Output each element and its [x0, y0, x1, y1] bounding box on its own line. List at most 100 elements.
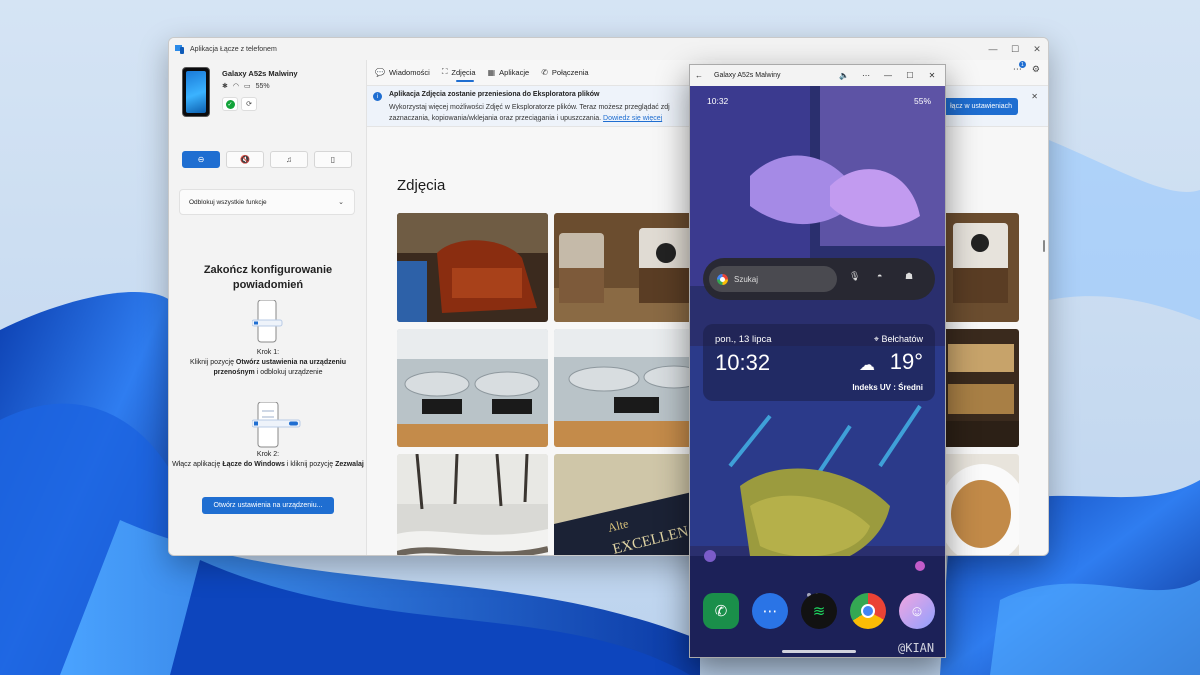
bluetooth-icon: ✱ [222, 83, 228, 90]
photos-heading: Zdjęcia [397, 177, 446, 194]
info-icon: i [373, 92, 382, 101]
learn-more-link[interactable]: Dowiedz się więcej [603, 115, 662, 122]
phone-notification-illustration [252, 300, 283, 343]
phone-status-bar: 10:32 55% [707, 96, 931, 106]
mirror-window-title: Galaxy A52s Malwiny [714, 72, 781, 79]
microphone-icon[interactable]: 🎙 [849, 271, 860, 282]
device-status: ✱ ◠ ▭ 55% [222, 82, 270, 91]
step-2-bold-2: Zezwalaj [335, 461, 364, 468]
phone-mirror-window: ← Galaxy A52s Malwiny 🔈 ⋯ — ☐ ✕ 10:32 55… [689, 64, 946, 658]
step-1-text: Kliknij pozycję [190, 359, 236, 366]
wifi-icon: ◠ [232, 83, 239, 90]
photo-thumbnail[interactable] [397, 454, 548, 556]
step-2-label: Krok 2: [256, 451, 280, 458]
sync-button[interactable]: ⟳ [241, 97, 257, 111]
mute-button[interactable]: 🔇 [226, 151, 264, 168]
sidebar: Galaxy A52s Malwiny ✱ ◠ ▭ 55% ✓ ⟳ ⊖ 🔇 ♫ … [169, 60, 367, 555]
google-icon [717, 273, 728, 285]
weather-clock: 10:32 [715, 350, 771, 375]
gesture-nav-bar[interactable] [782, 650, 856, 653]
photo-thumbnail[interactable] [943, 213, 1019, 322]
audio-output-button[interactable]: ▯ [314, 151, 352, 168]
banner-text-line-1: Wykorzystaj więcej możliwości Zdjęć w Ek… [389, 104, 670, 111]
more-options-icon[interactable]: ⋯ [855, 71, 877, 80]
mute-icon: 🔇 [240, 155, 250, 164]
banner-settings-button[interactable]: łącz w ustawieniach [940, 98, 1018, 115]
phone-link-icon [175, 45, 184, 54]
setup-step-1: Krok 1: Kliknij pozycję Otwórz ustawieni… [169, 348, 367, 378]
notifications-button[interactable]: ⋯ 1 [1013, 61, 1026, 75]
messages-app-icon[interactable]: ⋯ [752, 593, 788, 629]
speaker-icon: ▯ [330, 155, 336, 164]
photo-thumbnail[interactable]: Alte EXCELLEN [554, 454, 705, 556]
phone-screen[interactable]: 10:32 55% Szukaj 🎙 ◓ ☗ pon., 13 lipca 10… [690, 86, 945, 657]
google-search-widget[interactable]: Szukaj 🎙 ◓ ☗ [703, 258, 935, 300]
setup-step-2: Krok 2: Włącz aplikację Łącze do Windows… [169, 450, 367, 470]
do-not-disturb-button[interactable]: ⊖ [182, 151, 220, 168]
search-placeholder: Szukaj [734, 274, 759, 284]
phone-app-icon[interactable]: ✆ [703, 593, 739, 629]
search-bar[interactable]: Szukaj [709, 266, 837, 292]
do-not-disturb-icon: ⊖ [197, 155, 205, 164]
weather-widget[interactable]: pon., 13 lipca 10:32 ⌖ Bełchatów ☁ 19° I… [703, 324, 935, 401]
title-bar: Aplikacja Łącze z telefonem — ☐ ✕ [169, 38, 1048, 60]
mirror-title-bar: ← Galaxy A52s Malwiny 🔈 ⋯ — ☐ ✕ [690, 65, 945, 86]
spotify-app-icon[interactable]: ≋ [801, 593, 837, 629]
connected-status-button[interactable]: ✓ [222, 97, 238, 111]
weather-uv-index: Indeks UV : Średni [852, 383, 923, 392]
tab-apps-label: Aplikacje [499, 67, 530, 77]
step-2-bold: Łącze do Windows [222, 461, 285, 468]
mute-speaker-icon[interactable]: 🔈 [833, 71, 855, 80]
tab-calls[interactable]: ✆ Połączenia [541, 60, 588, 84]
settings-gear-icon[interactable]: ⚙ [1032, 64, 1040, 75]
photo-thumbnail[interactable] [397, 213, 548, 322]
dino-icon[interactable]: ☗ [905, 271, 913, 282]
weather-date: pon., 13 lipca [715, 334, 772, 345]
photo-icon: ⛶ [441, 67, 448, 76]
step-1-label: Krok 1: [256, 349, 280, 356]
banner-text: Wykorzystaj więcej możliwości Zdjęć w Ek… [389, 102, 689, 124]
window-title: Aplikacja Łącze z telefonem [190, 45, 277, 53]
incognito-icon[interactable]: ◓ [877, 271, 882, 281]
step-1-text-end: i odblokuj urządzenie [254, 369, 323, 376]
chevron-down-icon: ⌄ [338, 199, 344, 206]
unlock-features-dropdown[interactable]: Odblokuj wszystkie funkcje ⌄ [179, 189, 355, 215]
discord-app-icon[interactable]: ☺ [899, 593, 935, 629]
tab-apps[interactable]: ▦ Aplikacje [488, 60, 530, 84]
chat-icon: 💬 [375, 67, 385, 77]
weather-temperature: 19° [889, 349, 923, 374]
photo-thumbnail[interactable] [943, 454, 1019, 556]
back-arrow-icon[interactable]: ← [690, 71, 708, 80]
chrome-app-icon[interactable] [850, 593, 886, 629]
step-2-text: Włącz aplikację [172, 461, 223, 468]
banner-close-icon[interactable]: ✕ [1031, 92, 1038, 101]
battery-level: 55% [255, 82, 270, 90]
setup-title: Zakończ konfigurowanie powiadomień [203, 264, 333, 291]
phone-status-battery: 55% [913, 96, 931, 106]
photo-thumbnail[interactable] [397, 329, 548, 447]
close-button[interactable]: ✕ [1026, 38, 1048, 60]
photo-thumbnail[interactable] [554, 213, 705, 322]
scrollbar-thumb[interactable] [1043, 240, 1045, 252]
tab-messages[interactable]: 💬 Wiadomości [375, 60, 430, 84]
notification-badge: 1 [1018, 61, 1026, 68]
minimize-button[interactable]: — [982, 38, 1004, 60]
photo-thumbnail[interactable] [943, 329, 1019, 447]
tab-photos-label: Zdjęcia [451, 67, 476, 77]
media-button[interactable]: ♫ [270, 151, 308, 168]
tab-photos[interactable]: ⛶ Zdjęcia [442, 60, 476, 84]
unlock-features-label: Odblokuj wszystkie funkcje [189, 198, 267, 206]
maximize-button[interactable]: ☐ [1004, 38, 1026, 60]
step-2-text-mid: i kliknij pozycję [284, 461, 336, 468]
battery-icon: ▭ [243, 83, 251, 90]
weather-city-label: Bełchatów [881, 334, 923, 344]
open-settings-on-device-button[interactable]: Otwórz ustawienia na urządzeniu... [202, 497, 334, 514]
check-icon: ✓ [225, 99, 235, 109]
photo-thumbnail[interactable] [554, 329, 705, 447]
music-icon: ♫ [286, 155, 292, 164]
banner-title: Aplikacja Zdjęcia zostanie przeniesiona … [389, 91, 600, 98]
mirror-close-button[interactable]: ✕ [921, 71, 943, 80]
mirror-maximize-button[interactable]: ☐ [899, 71, 921, 80]
mirror-minimize-button[interactable]: — [877, 71, 899, 80]
device-name: Galaxy A52s Malwiny [222, 69, 298, 78]
